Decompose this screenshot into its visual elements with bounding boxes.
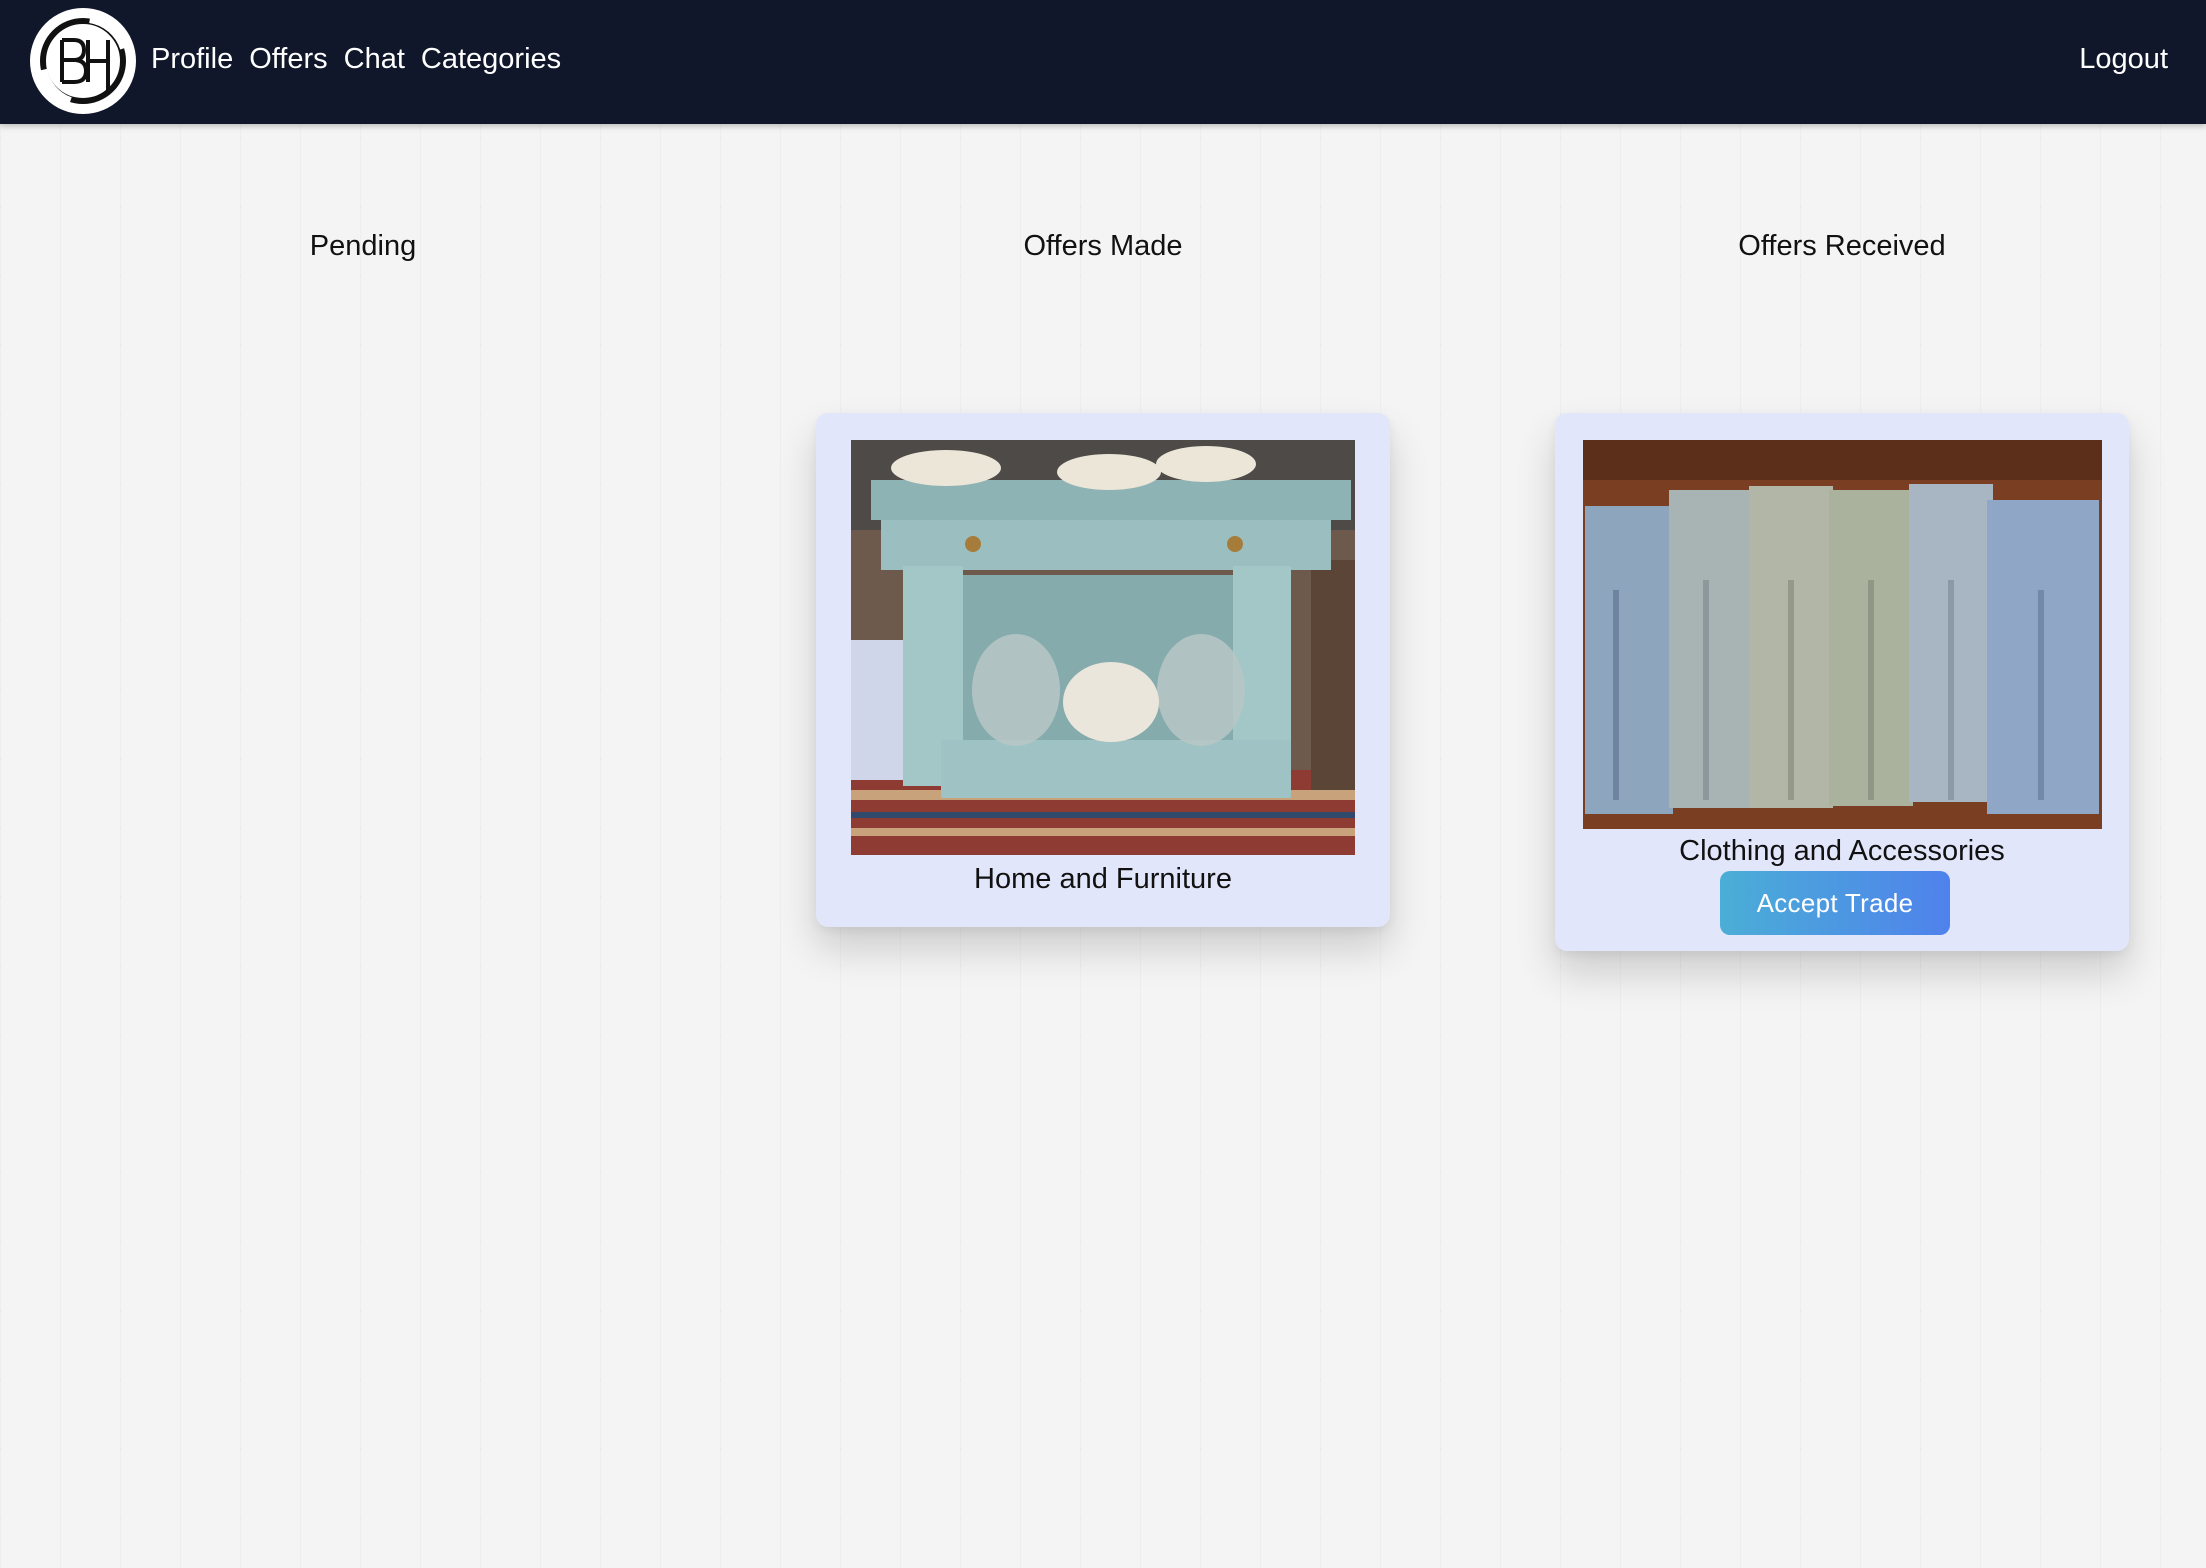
nav-link-offers[interactable]: Offers: [249, 38, 327, 80]
offers-made-heading: Offers Made: [1023, 230, 1183, 262]
logout-link[interactable]: Logout: [2079, 38, 2168, 80]
offers-received-heading: Offers Received: [1738, 230, 1946, 262]
offer-received-category: Clothing and Accessories: [1679, 835, 2005, 867]
nav-link-categories[interactable]: Categories: [421, 38, 561, 80]
furniture-image: [851, 440, 1355, 855]
offer-made-card[interactable]: Home and Furniture: [816, 413, 1390, 927]
offer-received-card[interactable]: Clothing and Accessories Accept Trade: [1555, 413, 2129, 951]
jeans-image: [1583, 440, 2102, 829]
top-navbar: Profile Offers Chat Categories Logout: [0, 0, 2206, 124]
offer-made-category: Home and Furniture: [974, 863, 1232, 895]
accept-trade-button[interactable]: Accept Trade: [1720, 871, 1950, 935]
nav-links: Profile Offers Chat Categories: [151, 38, 561, 80]
denim-jeans-photo: [1583, 440, 2102, 829]
blue-console-table-photo: [851, 440, 1355, 855]
nav-link-chat[interactable]: Chat: [344, 38, 405, 80]
nav-link-profile[interactable]: Profile: [151, 38, 233, 80]
pending-heading: Pending: [309, 230, 417, 262]
bh-logo-mark: [34, 12, 132, 110]
bh-logo-icon[interactable]: [30, 8, 136, 114]
